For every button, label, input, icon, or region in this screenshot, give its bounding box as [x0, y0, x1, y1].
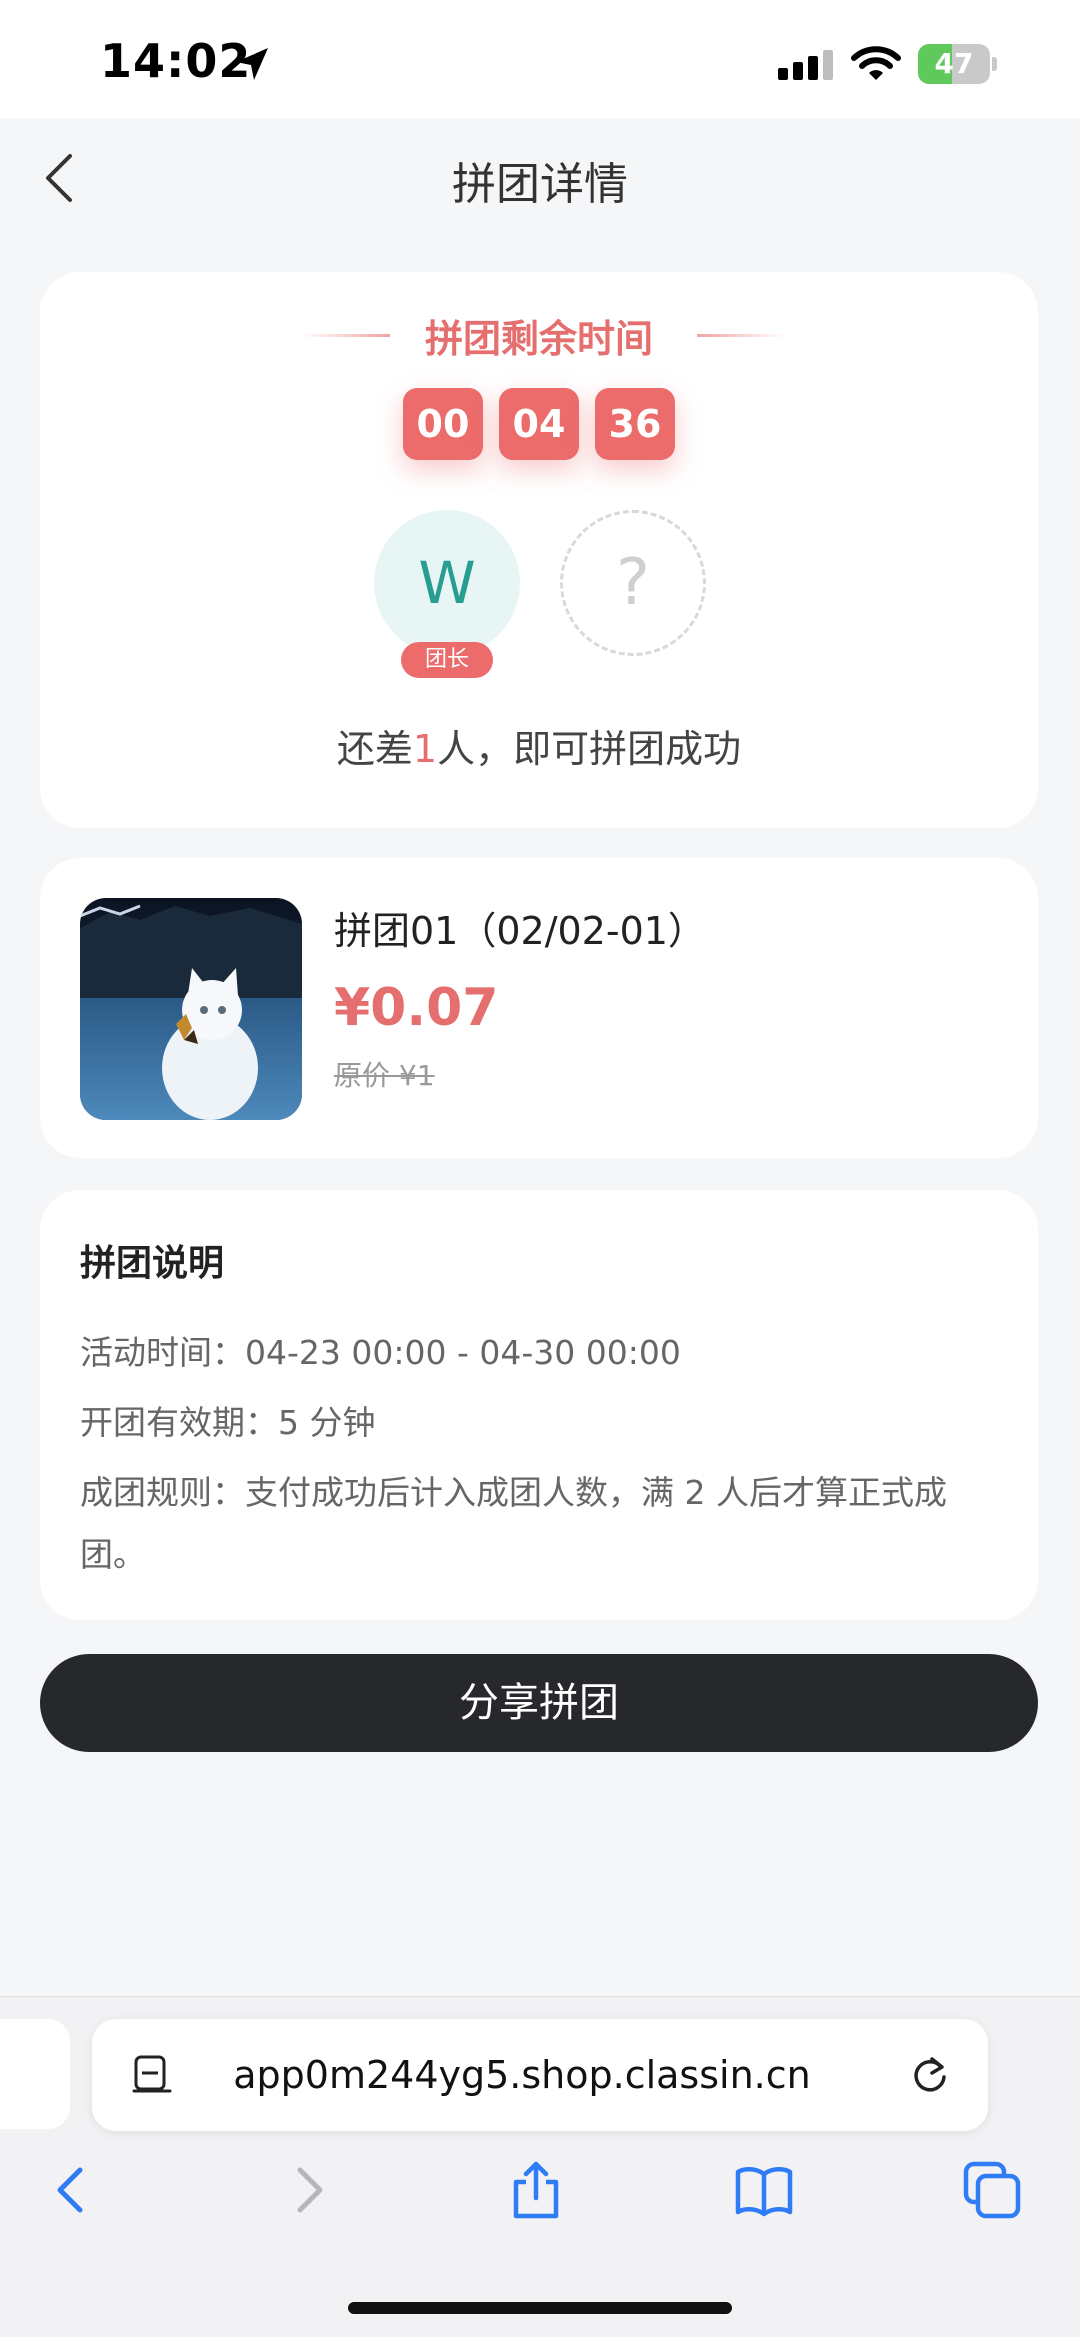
battery-cap — [992, 57, 997, 71]
battery-body: 47 — [918, 44, 990, 84]
countdown-hours: 00 — [403, 388, 483, 460]
share-icon[interactable] — [506, 2160, 566, 2220]
previous-tab-preview[interactable] — [0, 2019, 70, 2129]
countdown-minutes: 04 — [499, 388, 579, 460]
group-status-text: 还差1人，即可拼团成功 — [40, 718, 1038, 773]
status-count: 1 — [412, 727, 438, 771]
forward-icon[interactable] — [278, 2160, 338, 2220]
activity-time: 活动时间：04-23 00:00 - 04-30 00:00 — [80, 1333, 681, 1372]
bookmarks-icon[interactable] — [734, 2160, 794, 2220]
back-icon[interactable] — [42, 2160, 102, 2220]
countdown-card: 拼团剩余时间 00 04 36 W 团长 ? 还差1人，即可拼团成功 — [40, 272, 1038, 828]
leader-badge: 团长 — [401, 642, 493, 678]
cellular-signal-icon — [778, 50, 833, 80]
empty-member-slot: ? — [560, 510, 706, 656]
battery-charging-icon: 47 — [918, 44, 998, 84]
countdown-seconds: 36 — [595, 388, 675, 460]
reload-icon[interactable] — [908, 2053, 952, 2097]
rules-title: 拼团说明 — [80, 1243, 225, 1284]
battery-percent: 47 — [934, 47, 974, 80]
reader-mode-icon[interactable] — [130, 2053, 174, 2097]
url-text[interactable]: app0m244yg5.shop.classin.cn — [192, 2019, 852, 2131]
leader-avatar: W — [374, 510, 520, 656]
address-bar[interactable]: app0m244yg5.shop.classin.cn — [92, 2019, 988, 2131]
status-bar: 14:02 47 — [0, 0, 1080, 118]
title-divider-right — [697, 334, 785, 337]
product-thumbnail — [80, 898, 302, 1120]
nav-bar: 拼团详情 — [0, 118, 1080, 236]
status-time: 14:02 — [100, 34, 252, 88]
tabs-icon[interactable] — [962, 2160, 1022, 2220]
countdown-timer: 00 04 36 — [40, 388, 1038, 460]
wifi-icon — [851, 46, 901, 80]
product-name: 拼团01（02/02-01） — [334, 909, 706, 953]
validity-period: 开团有效期：5 分钟 — [80, 1403, 376, 1442]
home-indicator — [348, 2302, 732, 2314]
original-price: 原价 ¥1 — [334, 1059, 435, 1092]
rules-card: 拼团说明 活动时间：04-23 00:00 - 04-30 00:00 开团有效… — [40, 1190, 1038, 1620]
status-prefix: 还差 — [336, 727, 413, 771]
product-card[interactable]: 拼团01（02/02-01） ¥0.07 原价 ¥1 — [40, 858, 1038, 1158]
share-group-button[interactable]: 分享拼团 — [40, 1654, 1038, 1752]
group-rule: 成团规则：支付成功后计入成团人数，满 2 人后才算正式成团。 — [80, 1473, 947, 1574]
location-arrow-icon — [236, 48, 268, 80]
page-title: 拼团详情 — [452, 159, 628, 210]
status-suffix: 人，即可拼团成功 — [437, 727, 742, 771]
group-price: ¥0.07 — [334, 978, 499, 1038]
countdown-title: 拼团剩余时间 — [424, 317, 653, 361]
